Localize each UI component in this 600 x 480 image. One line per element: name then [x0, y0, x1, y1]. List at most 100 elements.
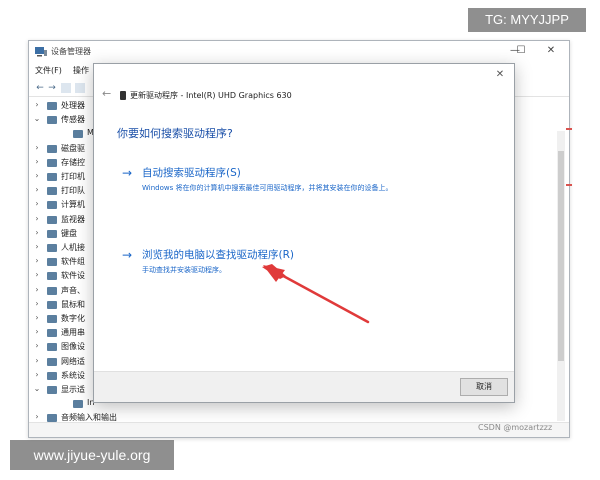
dialog-question: 你要如何搜索驱动程序?: [117, 127, 233, 140]
tree-item[interactable]: › 软件设: [29, 269, 99, 283]
sound-icon: [47, 286, 57, 295]
expand-chevron-icon[interactable]: ›: [33, 370, 41, 379]
tree-item[interactable]: › 数字化: [29, 312, 99, 326]
red-mark: [566, 128, 572, 130]
print-queue-icon: [47, 187, 57, 196]
properties-icon[interactable]: [61, 83, 71, 93]
tree-item-label: 数字化: [61, 314, 85, 323]
camera-icon: [47, 343, 57, 352]
tree-item[interactable]: In: [29, 397, 99, 411]
monitor-icon: [47, 215, 57, 224]
tree-item[interactable]: › 通用串: [29, 326, 99, 340]
network-icon: [47, 357, 57, 366]
expand-chevron-icon[interactable]: ›: [33, 327, 41, 336]
display-adapter-icon: [47, 386, 57, 394]
option-description: 手动查找并安装驱动程序。: [142, 266, 226, 274]
printer-icon: [47, 173, 57, 181]
site-watermark: www.jiyue-yule.org: [10, 440, 174, 470]
back-arrow-icon[interactable]: ←: [35, 83, 45, 93]
tree-item-label: 键盘: [61, 228, 77, 238]
tree-item-label: 显示适: [61, 385, 85, 394]
expand-chevron-icon[interactable]: ›: [33, 100, 41, 109]
tree-item[interactable]: ⌄ 传感器: [29, 113, 99, 127]
tree-item-label: 监视器: [61, 214, 85, 224]
computer-icon: [47, 201, 57, 210]
tree-item-label: 鼠标和: [61, 299, 85, 309]
tree-item[interactable]: › 计算机: [29, 198, 99, 212]
browse-computer-option[interactable]: → 浏览我的电脑以查找驱动程序(R) 手动查找并安装驱动程序。: [122, 248, 422, 278]
cancel-button[interactable]: 取消: [460, 378, 508, 396]
tree-item-label: 传感器: [61, 115, 85, 125]
expand-chevron-icon[interactable]: ›: [33, 143, 41, 152]
back-arrow-icon[interactable]: ←: [102, 87, 114, 101]
view-icon[interactable]: [75, 83, 85, 93]
tree-item[interactable]: › 键盘: [29, 227, 99, 241]
expand-chevron-icon[interactable]: ›: [33, 157, 41, 166]
keyboard-icon: [47, 229, 57, 238]
tree-item[interactable]: › 打印机: [29, 170, 99, 184]
sensor-device-icon: [73, 130, 83, 139]
vertical-scrollbar[interactable]: [557, 131, 565, 421]
tree-item-label: 磁盘驱: [61, 143, 85, 153]
tree-item[interactable]: › 存储控: [29, 156, 99, 170]
forward-arrow-icon[interactable]: →: [47, 83, 57, 93]
expand-chevron-icon[interactable]: ›: [33, 199, 41, 208]
tree-item[interactable]: › 图像设: [29, 340, 99, 354]
expand-chevron-icon[interactable]: ›: [33, 171, 41, 180]
tree-item[interactable]: › 网络适: [29, 355, 99, 369]
cpu-icon: [47, 102, 57, 110]
close-button[interactable]: ✕: [543, 44, 559, 58]
tree-item[interactable]: › 系统设: [29, 369, 99, 383]
expand-chevron-icon[interactable]: ›: [33, 341, 41, 350]
tg-watermark: TG: MYYJJPP: [468, 8, 586, 32]
tree-item[interactable]: › 软件组: [29, 255, 99, 269]
tree-item[interactable]: ⌄ 显示适: [29, 383, 99, 397]
option-description: Windows 将在你的计算机中搜索最佳可用驱动程序，并将其安装在你的设备上。: [142, 184, 393, 192]
menu-file[interactable]: 文件(F): [35, 65, 62, 76]
tree-item[interactable]: › 处理器: [29, 99, 99, 113]
tree-item[interactable]: › 声音、: [29, 284, 99, 298]
digitizer-icon: [47, 315, 57, 323]
dialog-header-title: 更新驱动程序 - Intel(R) UHD Graphics 630: [130, 91, 292, 100]
tree-item-label: 声音、: [61, 285, 85, 295]
expand-chevron-icon[interactable]: ›: [33, 356, 41, 365]
tree-item[interactable]: M: [29, 127, 99, 141]
expand-chevron-icon[interactable]: ›: [33, 270, 41, 279]
gpu-device-icon: [120, 91, 126, 100]
expand-chevron-icon[interactable]: ›: [33, 299, 41, 308]
tree-item[interactable]: › 磁盘驱: [29, 142, 99, 156]
collapse-chevron-icon[interactable]: ⌄: [33, 114, 41, 123]
software-device-icon: [47, 272, 57, 281]
scrollbar-thumb[interactable]: [558, 151, 564, 361]
csdn-watermark: CSDN @mozartzzz: [478, 423, 553, 432]
hid-icon: [47, 244, 57, 252]
menu-action[interactable]: 操作: [73, 65, 89, 76]
sensor-icon: [47, 116, 57, 125]
expand-chevron-icon[interactable]: ›: [33, 185, 41, 194]
collapse-chevron-icon[interactable]: ⌄: [33, 384, 41, 393]
maximize-button[interactable]: ☐: [513, 44, 529, 58]
mouse-icon: [47, 300, 57, 309]
tree-item-label: 人机接: [61, 243, 85, 252]
expand-chevron-icon[interactable]: ›: [33, 412, 41, 421]
expand-chevron-icon[interactable]: ›: [33, 242, 41, 251]
tree-item-label: 软件设: [61, 271, 85, 281]
auto-search-option[interactable]: → 自动搜索驱动程序(S) Windows 将在你的计算机中搜索最佳可用驱动程序…: [122, 166, 482, 196]
tree-item[interactable]: › 人机接: [29, 241, 99, 255]
expand-chevron-icon[interactable]: ›: [33, 313, 41, 322]
tree-item-label: 处理器: [61, 101, 85, 110]
expand-chevron-icon[interactable]: ›: [33, 256, 41, 265]
expand-chevron-icon[interactable]: ›: [33, 214, 41, 223]
tree-item[interactable]: › 鼠标和: [29, 298, 99, 312]
tree-item-label: 软件组: [61, 257, 85, 267]
option-title: 自动搜索驱动程序(S): [142, 167, 241, 179]
device-manager-titlebar: 设备管理器 — ☐ ✕: [29, 41, 569, 63]
software-component-icon: [47, 258, 57, 267]
expand-chevron-icon[interactable]: ›: [33, 285, 41, 294]
tree-item[interactable]: › 监视器: [29, 213, 99, 227]
tree-item-label: 存储控: [61, 157, 85, 167]
tree-item[interactable]: › 打印队: [29, 184, 99, 198]
expand-chevron-icon[interactable]: ›: [33, 228, 41, 237]
tree-item-label: 图像设: [61, 342, 85, 352]
dialog-close-button[interactable]: ✕: [493, 68, 507, 82]
